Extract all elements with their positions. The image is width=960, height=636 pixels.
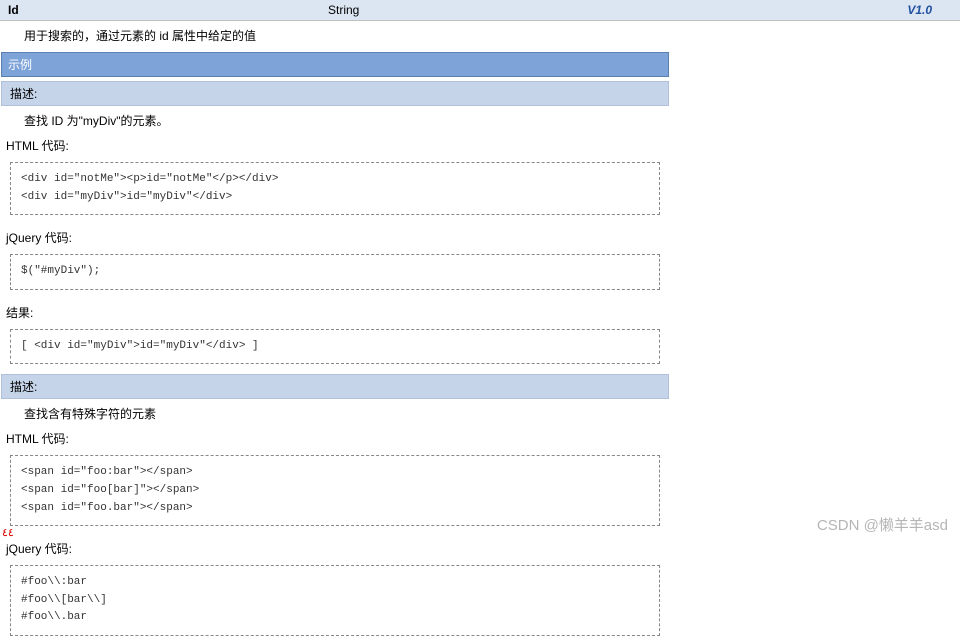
- header-type: String: [328, 3, 907, 17]
- code-block: $("#myDiv");: [10, 254, 660, 290]
- code-block: <span id="foo:bar"></span> <span id="foo…: [10, 455, 660, 526]
- code-block: #foo\\:bar #foo\\[bar\\] #foo\\.bar: [10, 565, 660, 636]
- code-label: HTML 代码:: [0, 133, 670, 158]
- code-label: HTML 代码:: [0, 426, 670, 451]
- description-bar: 描述:: [1, 374, 669, 399]
- code-label: 结果:: [0, 300, 670, 325]
- example-bar: 示例: [1, 52, 669, 77]
- code-block: [ <div id="myDiv">id="myDiv"</div> ]: [10, 329, 660, 365]
- red-mark: ٤٤: [2, 526, 14, 539]
- header-id: Id: [8, 3, 328, 17]
- top-description: 用于搜索的，通过元素的 id 属性中给定的值: [0, 21, 960, 50]
- code-label: jQuery 代码:: [0, 536, 670, 561]
- code-label: jQuery 代码:: [0, 225, 670, 250]
- description-bar: 描述:: [1, 81, 669, 106]
- code-block: <div id="notMe"><p>id="notMe"</p></div> …: [10, 162, 660, 215]
- header-row: Id String V1.0: [0, 0, 960, 21]
- header-version: V1.0: [907, 3, 952, 17]
- description-text: 查找含有特殊字符的元素: [0, 401, 670, 426]
- description-text: 查找 ID 为"myDiv"的元素。: [0, 108, 670, 133]
